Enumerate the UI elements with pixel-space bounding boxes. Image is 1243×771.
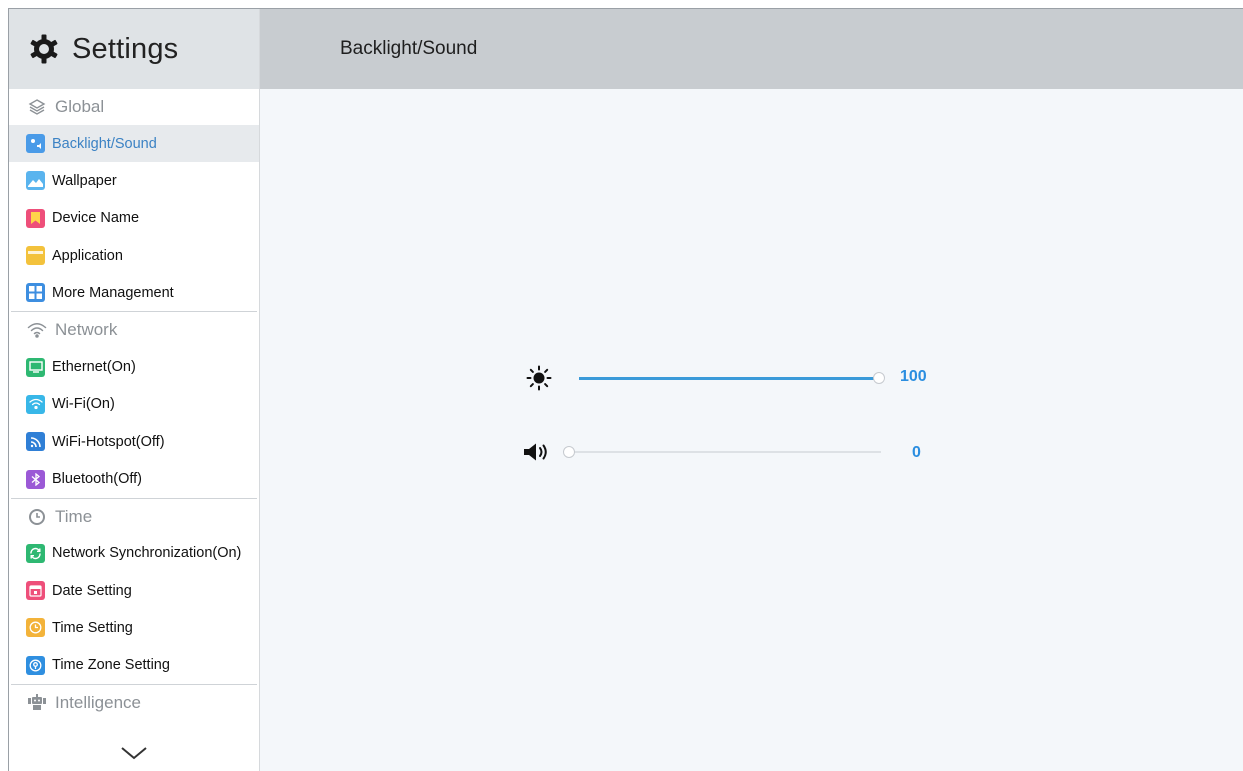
sidebar-item-label: Time Setting: [52, 619, 133, 636]
slider-track: [569, 451, 881, 453]
section-label: Global: [55, 97, 105, 116]
volume-row: 0: [522, 437, 962, 467]
time-setting-icon: [26, 618, 45, 638]
hotspot-icon: [26, 432, 45, 452]
section-time: Time: [9, 499, 259, 535]
time-zone-icon: [26, 655, 45, 675]
layers-icon: [27, 97, 47, 117]
sidebar-item-more-management[interactable]: More Management: [9, 274, 259, 311]
volume-slider[interactable]: [563, 437, 881, 467]
sidebar-item-network-synchronization[interactable]: Network Synchronization(On): [9, 535, 259, 572]
section-label: Time: [55, 506, 93, 526]
clock-icon: [27, 507, 47, 527]
sidebar-item-bluetooth[interactable]: Bluetooth(Off): [9, 460, 259, 497]
chevron-down-icon: [120, 745, 148, 761]
sidebar-item-ethernet[interactable]: Ethernet(On): [9, 348, 259, 385]
sidebar-item-time-zone-setting[interactable]: Time Zone Setting: [9, 647, 259, 684]
sidebar-item-label: Device Name: [52, 210, 140, 227]
ethernet-icon: [26, 357, 45, 377]
sidebar-item-label: Time Zone Setting: [52, 657, 170, 674]
sidebar-item-wifi[interactable]: Wi-Fi(On): [9, 386, 259, 423]
wifi-tile-icon: [26, 394, 45, 414]
slider-knob[interactable]: [873, 372, 885, 384]
slider-fill: [579, 376, 879, 380]
sidebar-item-label: Bluetooth(Off): [52, 471, 143, 488]
brightness-row: 100: [526, 363, 966, 393]
section-label: Intelligence: [55, 692, 142, 712]
sync-icon: [26, 543, 45, 563]
volume-value: 0: [912, 444, 921, 461]
page-title: Backlight/Sound: [340, 38, 478, 59]
volume-icon: [522, 442, 552, 462]
sidebar-item-label: Network Synchronization(On): [52, 545, 242, 562]
sidebar-item-wallpaper[interactable]: Wallpaper: [9, 162, 259, 199]
sidebar-item-time-setting[interactable]: Time Setting: [9, 609, 259, 646]
settings-window: Settings Global Backlight/Sound Wallpape…: [8, 8, 1243, 771]
sidebar-item-label: Application: [52, 247, 123, 264]
content-area: 100 0: [260, 89, 1243, 771]
app-title: Settings: [72, 32, 179, 65]
sidebar-item-backlight-sound[interactable]: Backlight/Sound: [9, 125, 259, 163]
section-network: Network: [9, 312, 259, 348]
wallpaper-icon: [26, 171, 45, 191]
scroll-down-button[interactable]: [9, 734, 259, 771]
wifi-icon: [27, 320, 47, 340]
sidebar-item-label: Backlight/Sound: [52, 135, 157, 152]
sidebar-item-label: Date Setting: [52, 582, 132, 599]
sidebar-item-label: WiFi-Hotspot(Off): [52, 433, 165, 450]
sidebar-item-label: Wallpaper: [52, 172, 117, 189]
robot-icon: [27, 693, 47, 713]
brightness-value: 100: [900, 368, 927, 385]
sidebar-item-date-setting[interactable]: Date Setting: [9, 572, 259, 609]
page-header: Backlight/Sound: [260, 9, 1243, 89]
sidebar-header: Settings: [9, 9, 259, 89]
sidebar: Settings Global Backlight/Sound Wallpape…: [9, 9, 260, 771]
brightness-slider[interactable]: [579, 363, 885, 393]
device-name-icon: [26, 208, 45, 228]
sidebar-item-device-name[interactable]: Device Name: [9, 200, 259, 237]
application-icon: [26, 246, 45, 266]
brightness-icon: [526, 365, 552, 391]
sidebar-item-wifi-hotspot[interactable]: WiFi-Hotspot(Off): [9, 423, 259, 460]
bluetooth-icon: [26, 469, 45, 489]
more-management-icon: [26, 283, 45, 303]
sidebar-item-label: Wi-Fi(On): [52, 396, 115, 413]
calendar-icon: [26, 581, 45, 601]
slider-knob[interactable]: [563, 446, 575, 458]
backlight-sound-icon: [26, 134, 45, 154]
section-global: Global: [9, 89, 259, 125]
sidebar-item-label: More Management: [52, 284, 174, 301]
section-intelligence: Intelligence: [9, 685, 259, 721]
section-label: Network: [55, 320, 118, 340]
gear-icon: [28, 33, 60, 65]
sidebar-item-application[interactable]: Application: [9, 237, 259, 274]
sidebar-item-label: Ethernet(On): [52, 359, 136, 376]
